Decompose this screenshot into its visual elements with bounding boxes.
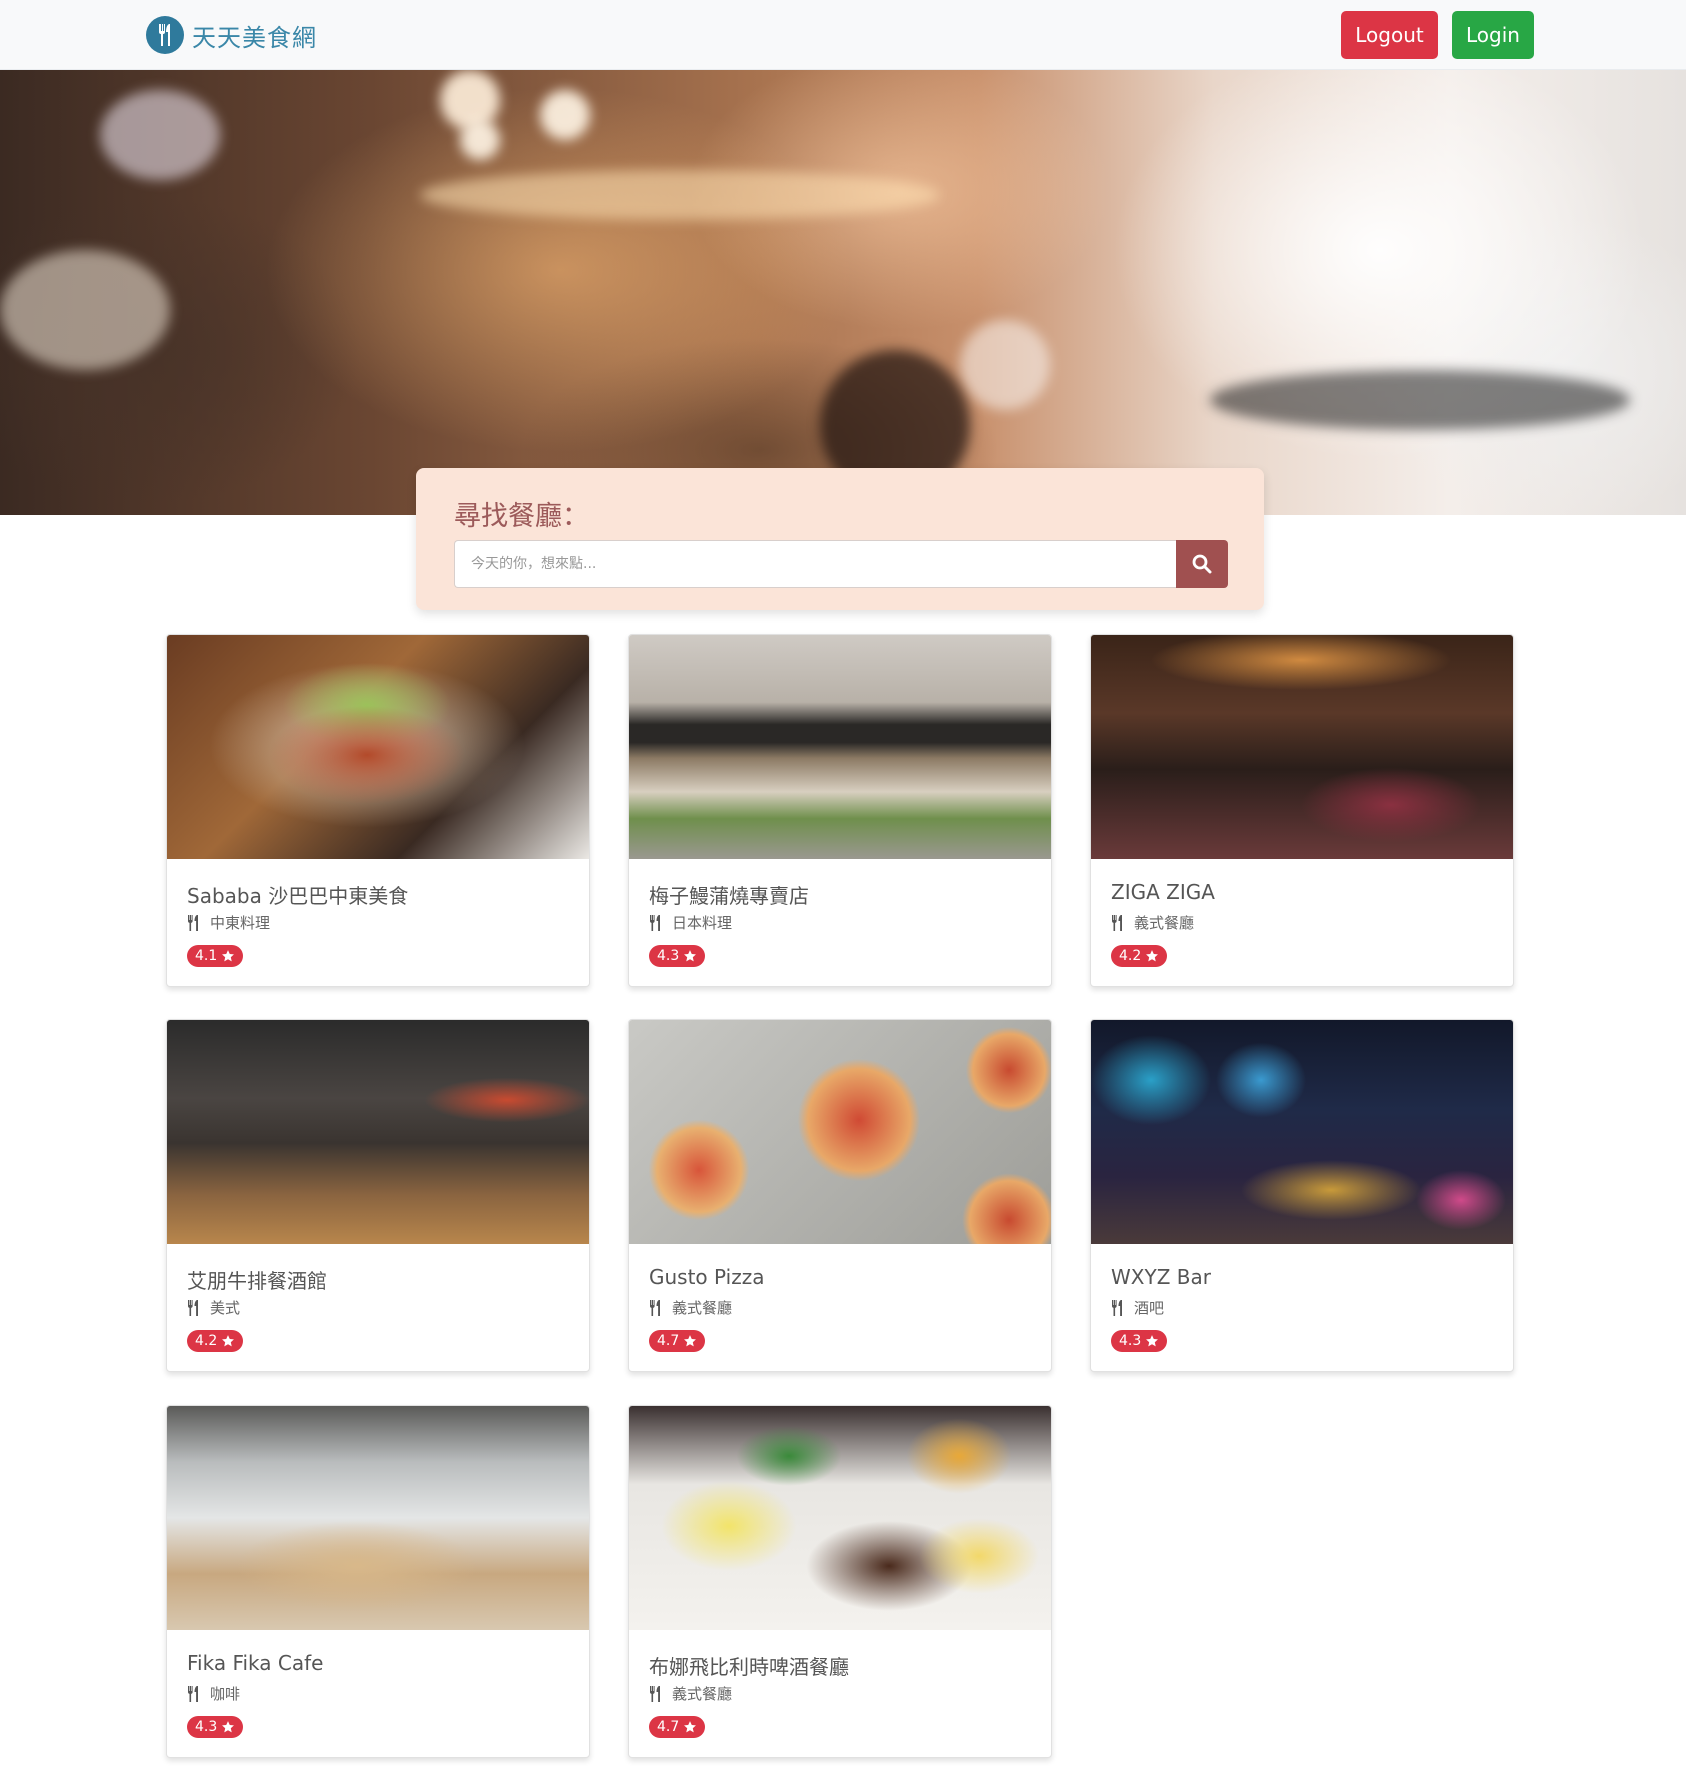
utensils-icon — [188, 1685, 198, 1702]
rating-badge: 4.2 — [1111, 945, 1168, 967]
rating-badge: 4.3 — [649, 945, 706, 967]
rating-badge: 4.7 — [649, 1330, 706, 1352]
login-button[interactable]: Login — [1452, 11, 1534, 59]
category-label: 義式餐廳 — [672, 1685, 733, 1703]
hero-banner-image — [0, 70, 1686, 515]
rating-badge: 4.3 — [1111, 1330, 1168, 1352]
restaurant-category: 義式餐廳 — [649, 1683, 732, 1704]
rating-badge: 4.1 — [187, 945, 244, 967]
restaurant-category: 酒吧 — [1111, 1297, 1164, 1318]
restaurant-category: 義式餐廳 — [649, 1297, 732, 1318]
star-icon — [684, 1335, 697, 1347]
rating-value: 4.3 — [195, 1719, 218, 1735]
restaurant-photo — [167, 1406, 589, 1630]
category-label: 義式餐廳 — [672, 1299, 733, 1317]
search-input[interactable] — [454, 540, 1176, 588]
restaurant-card[interactable]: Sababa 沙巴巴中東美食 中東料理 4.1 — [166, 634, 590, 987]
star-icon — [684, 1721, 697, 1733]
category-label: 美式 — [210, 1299, 241, 1317]
restaurant-category: 中東料理 — [187, 912, 270, 933]
star-icon — [222, 1335, 235, 1347]
restaurant-name: 布娜飛比利時啤酒餐廳 — [649, 1655, 849, 1679]
search-panel: 尋找餐廳： — [416, 468, 1264, 610]
search-title: 尋找餐廳： — [454, 501, 589, 532]
category-label: 酒吧 — [1134, 1299, 1165, 1317]
star-icon — [684, 950, 697, 962]
restaurant-card[interactable]: 艾朋牛排餐酒館 美式 4.2 — [166, 1019, 590, 1372]
restaurant-card[interactable]: WXYZ Bar 酒吧 4.3 — [1090, 1019, 1514, 1372]
restaurant-name: ZIGA ZIGA — [1111, 880, 1215, 904]
logout-button[interactable]: Logout — [1341, 11, 1438, 59]
utensils-icon — [650, 914, 660, 931]
restaurant-photo — [629, 1406, 1051, 1630]
rating-value: 4.3 — [657, 948, 680, 964]
restaurant-category: 美式 — [187, 1297, 240, 1318]
restaurant-name: Gusto Pizza — [649, 1265, 765, 1289]
restaurant-photo — [1091, 635, 1513, 859]
category-label: 義式餐廳 — [1134, 914, 1195, 932]
restaurant-card[interactable]: Gusto Pizza 義式餐廳 4.7 — [628, 1019, 1052, 1372]
restaurant-category: 義式餐廳 — [1111, 912, 1194, 933]
utensils-icon — [650, 1299, 660, 1316]
restaurant-name: 艾朋牛排餐酒館 — [187, 1269, 327, 1293]
restaurant-name: WXYZ Bar — [1111, 1265, 1211, 1289]
search-icon — [1192, 554, 1212, 574]
brand-name: 天天美食網 — [192, 23, 317, 52]
rating-badge: 4.3 — [187, 1716, 244, 1738]
utensils-icon — [1112, 1299, 1122, 1316]
category-label: 中東料理 — [210, 914, 271, 932]
restaurant-name: Fika Fika Cafe — [187, 1651, 324, 1675]
utensils-icon — [1112, 914, 1122, 931]
restaurant-category: 咖啡 — [187, 1683, 240, 1704]
restaurant-photo — [167, 635, 589, 859]
restaurant-card[interactable]: 布娜飛比利時啤酒餐廳 義式餐廳 4.7 — [628, 1405, 1052, 1758]
category-label: 咖啡 — [210, 1685, 241, 1703]
utensils-icon — [188, 914, 198, 931]
search-button[interactable] — [1176, 540, 1228, 588]
utensils-icon — [146, 16, 184, 54]
utensils-icon — [188, 1299, 198, 1316]
rating-badge: 4.7 — [649, 1716, 706, 1738]
rating-value: 4.2 — [195, 1333, 218, 1349]
rating-value: 4.2 — [1119, 948, 1142, 964]
rating-value: 4.7 — [657, 1333, 680, 1349]
utensils-icon — [650, 1685, 660, 1702]
restaurant-card[interactable]: ZIGA ZIGA 義式餐廳 4.2 — [1090, 634, 1514, 987]
restaurant-name: Sababa 沙巴巴中東美食 — [187, 884, 409, 908]
restaurant-card[interactable]: 梅子鰻蒲燒專賣店 日本料理 4.3 — [628, 634, 1052, 987]
star-icon — [222, 1721, 235, 1733]
navbar: 天天美食網 Logout Login — [0, 0, 1686, 70]
restaurant-photo — [167, 1020, 589, 1244]
restaurant-photo — [629, 1020, 1051, 1244]
star-icon — [1146, 950, 1159, 962]
restaurant-photo — [629, 635, 1051, 859]
restaurant-card[interactable]: Fika Fika Cafe 咖啡 4.3 — [166, 1405, 590, 1758]
restaurant-category: 日本料理 — [649, 912, 732, 933]
brand-link[interactable]: 天天美食網 — [146, 16, 317, 54]
category-label: 日本料理 — [672, 914, 733, 932]
restaurant-name: 梅子鰻蒲燒專賣店 — [649, 884, 809, 908]
star-icon — [1146, 1335, 1159, 1347]
rating-value: 4.1 — [195, 948, 218, 964]
restaurant-photo — [1091, 1020, 1513, 1244]
rating-value: 4.3 — [1119, 1333, 1142, 1349]
rating-value: 4.7 — [657, 1719, 680, 1735]
rating-badge: 4.2 — [187, 1330, 244, 1352]
star-icon — [222, 950, 235, 962]
